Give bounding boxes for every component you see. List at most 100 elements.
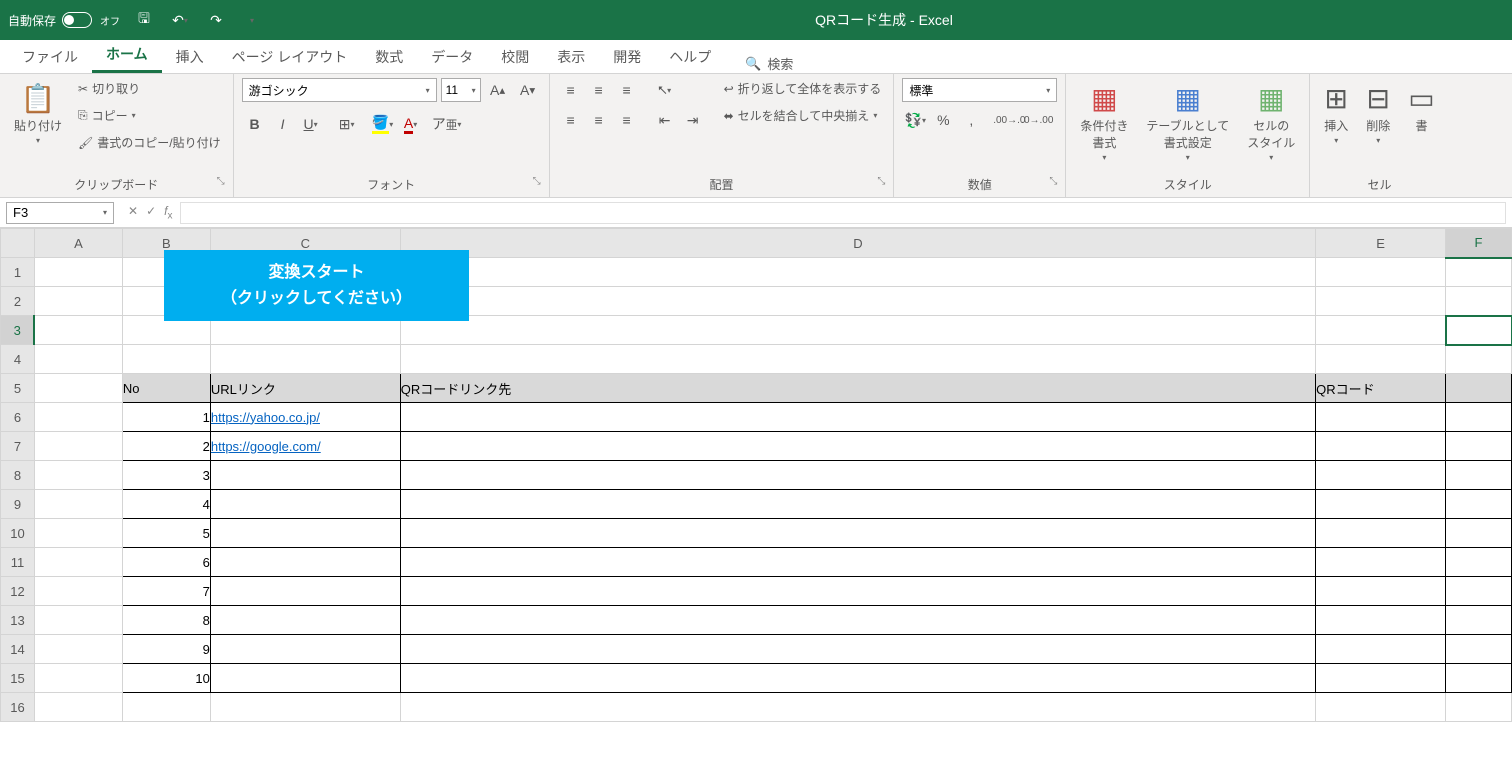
cell-A3[interactable] (34, 316, 122, 345)
cell-B13[interactable]: 8 (122, 606, 210, 635)
cell-D10[interactable] (400, 519, 1315, 548)
number-launcher-icon[interactable]: ⤡ (1049, 176, 1057, 187)
cell-C16[interactable] (210, 693, 400, 722)
cell-B10[interactable]: 5 (122, 519, 210, 548)
delete-cells-button[interactable]: ⊟削除▾ (1360, 78, 1396, 149)
row-header[interactable]: 8 (1, 461, 35, 490)
insert-cells-button[interactable]: ⊞挿入▾ (1318, 78, 1354, 149)
cell-C13[interactable] (210, 606, 400, 635)
cell-E1[interactable] (1316, 258, 1446, 287)
cell-F3[interactable] (1446, 316, 1512, 345)
cell-A13[interactable] (34, 606, 122, 635)
cell-E2[interactable] (1316, 287, 1446, 316)
cell-A4[interactable] (34, 345, 122, 374)
cell-D15[interactable] (400, 664, 1315, 693)
cell-C12[interactable] (210, 577, 400, 606)
url-link[interactable]: https://yahoo.co.jp/ (211, 410, 320, 425)
cell-A7[interactable] (34, 432, 122, 461)
fx-icon[interactable]: fx (164, 204, 172, 221)
cell-A16[interactable] (34, 693, 122, 722)
cell-F5[interactable] (1446, 374, 1512, 403)
font-name-combo[interactable]: 游ゴシック▾ (242, 78, 437, 102)
select-all-corner[interactable] (1, 229, 35, 258)
tab-view[interactable]: 表示 (543, 41, 599, 73)
cancel-formula-icon[interactable]: ✕ (128, 204, 138, 221)
align-top-icon[interactable]: ≡ (558, 78, 584, 102)
wrap-text-button[interactable]: ↩折り返して全体を表示する (720, 78, 886, 99)
cell-E15[interactable] (1316, 664, 1446, 693)
format-painter-button[interactable]: 🖌書式のコピー/貼り付け (74, 132, 225, 153)
cell-B14[interactable]: 9 (122, 635, 210, 664)
cell-B12[interactable]: 7 (122, 577, 210, 606)
cell-F7[interactable] (1446, 432, 1512, 461)
orientation-icon[interactable]: ⭦▾ (652, 78, 678, 102)
col-header-A[interactable]: A (34, 229, 122, 258)
cell-E16[interactable] (1316, 693, 1446, 722)
cell-D6[interactable] (400, 403, 1315, 432)
cell-F9[interactable] (1446, 490, 1512, 519)
cell-D11[interactable] (400, 548, 1315, 577)
cell-A10[interactable] (34, 519, 122, 548)
row-header[interactable]: 13 (1, 606, 35, 635)
comma-format-icon[interactable]: , (958, 108, 984, 132)
cell-F15[interactable] (1446, 664, 1512, 693)
accounting-format-icon[interactable]: 💱▾ (902, 108, 928, 132)
url-link[interactable]: https://google.com/ (211, 439, 321, 454)
align-middle-icon[interactable]: ≡ (586, 78, 612, 102)
cell-E11[interactable] (1316, 548, 1446, 577)
cell-C14[interactable] (210, 635, 400, 664)
cell-F2[interactable] (1446, 287, 1512, 316)
cell-C9[interactable] (210, 490, 400, 519)
cell-A6[interactable] (34, 403, 122, 432)
cell-E13[interactable] (1316, 606, 1446, 635)
cell-F6[interactable] (1446, 403, 1512, 432)
row-header[interactable]: 4 (1, 345, 35, 374)
row-header[interactable]: 10 (1, 519, 35, 548)
cell-B16[interactable] (122, 693, 210, 722)
cell-F11[interactable] (1446, 548, 1512, 577)
cell-C8[interactable] (210, 461, 400, 490)
cell-E3[interactable] (1316, 316, 1446, 345)
tab-developer[interactable]: 開発 (599, 41, 655, 73)
cell-D5[interactable]: QRコードリンク先 (400, 374, 1315, 403)
col-header-D[interactable]: D (400, 229, 1315, 258)
font-size-combo[interactable]: 11▾ (441, 78, 481, 102)
cell-C5[interactable]: URLリンク (210, 374, 400, 403)
format-cells-button[interactable]: ▭書 (1402, 78, 1440, 138)
row-header[interactable]: 11 (1, 548, 35, 577)
cell-A12[interactable] (34, 577, 122, 606)
search-box[interactable]: 🔍 検索 (745, 54, 793, 73)
phonetic-button[interactable]: ア亜▾ (434, 112, 460, 136)
cell-C4[interactable] (210, 345, 400, 374)
cell-E8[interactable] (1316, 461, 1446, 490)
cell-E4[interactable] (1316, 345, 1446, 374)
cell-D8[interactable] (400, 461, 1315, 490)
cell-D16[interactable] (400, 693, 1315, 722)
cell-A9[interactable] (34, 490, 122, 519)
cell-E6[interactable] (1316, 403, 1446, 432)
fill-color-button[interactable]: 🪣▾ (370, 112, 396, 136)
cell-B11[interactable]: 6 (122, 548, 210, 577)
col-header-F[interactable]: F (1446, 229, 1512, 258)
alignment-launcher-icon[interactable]: ⤡ (877, 176, 885, 187)
row-header[interactable]: 14 (1, 635, 35, 664)
row-header[interactable]: 12 (1, 577, 35, 606)
cell-B15[interactable]: 10 (122, 664, 210, 693)
clipboard-launcher-icon[interactable]: ⤡ (217, 176, 225, 187)
format-as-table-button[interactable]: ▦テーブルとして 書式設定▾ (1140, 78, 1235, 166)
cell-F4[interactable] (1446, 345, 1512, 374)
merge-center-button[interactable]: ⬌セルを結合して中央揃え ▾ (720, 105, 886, 126)
autosave-toggle[interactable]: 自動保存 オフ (8, 12, 120, 29)
cell-A5[interactable] (34, 374, 122, 403)
cell-styles-button[interactable]: ▦セルの スタイル▾ (1241, 78, 1301, 166)
cell-A1[interactable] (34, 258, 122, 287)
italic-button[interactable]: I (270, 112, 296, 136)
cell-B6[interactable]: 1 (122, 403, 210, 432)
cell-D7[interactable] (400, 432, 1315, 461)
decrease-decimal-icon[interactable]: .0→.00 (1024, 108, 1050, 132)
redo-icon[interactable]: ↷ (204, 8, 228, 32)
cell-E12[interactable] (1316, 577, 1446, 606)
increase-indent-icon[interactable]: ⇥ (680, 108, 706, 132)
cell-D13[interactable] (400, 606, 1315, 635)
row-header[interactable]: 2 (1, 287, 35, 316)
